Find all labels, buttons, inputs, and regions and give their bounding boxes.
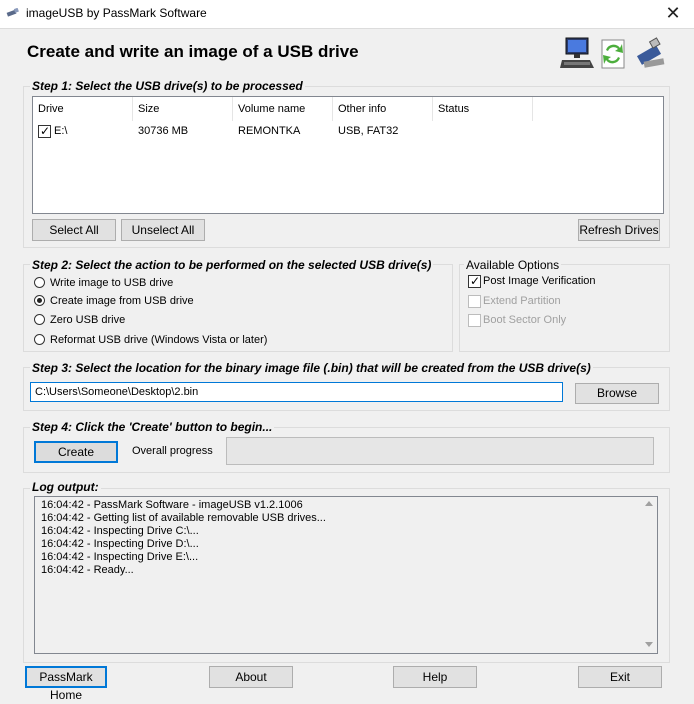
- checkmark-icon: ✓: [40, 124, 51, 138]
- log-line: 16:04:42 - Inspecting Drive D:\...: [41, 538, 199, 550]
- step2-legend: Step 2: Select the action to be performe…: [30, 258, 434, 272]
- title-bar: imageUSB by PassMark Software ✕: [0, 0, 694, 29]
- drive-letter: E:\: [54, 125, 68, 137]
- unselect-all-button[interactable]: Unselect All: [121, 219, 205, 241]
- write-image-label[interactable]: Write image to USB drive: [50, 277, 173, 289]
- col-volume-name[interactable]: Volume name: [233, 97, 333, 121]
- overall-progress-label: Overall progress: [132, 445, 213, 457]
- step4-legend: Step 4: Click the 'Create' button to beg…: [30, 420, 275, 434]
- reformat-drive-label[interactable]: Reformat USB drive (Windows Vista or lat…: [50, 334, 267, 346]
- computer-icon: [560, 37, 594, 68]
- usb-app-icon: [6, 8, 19, 17]
- refresh-drives-button[interactable]: Refresh Drives: [578, 219, 660, 241]
- browse-button[interactable]: Browse: [575, 383, 659, 404]
- extend-partition-checkbox[interactable]: [468, 295, 481, 308]
- create-image-label[interactable]: Create image from USB drive: [50, 295, 194, 307]
- header-icons: [560, 37, 665, 69]
- boot-sector-only-label: Boot Sector Only: [483, 314, 567, 326]
- select-all-button[interactable]: Select All: [32, 219, 116, 241]
- log-output[interactable]: 16:04:42 - PassMark Software - imageUSB …: [34, 496, 658, 654]
- about-button[interactable]: About: [209, 666, 293, 688]
- drive-other-info: USB, FAT32: [338, 125, 399, 137]
- drive-checkbox[interactable]: ✓: [38, 124, 51, 138]
- log-line: 16:04:42 - Inspecting Drive C:\...: [41, 525, 199, 537]
- close-button[interactable]: ✕: [652, 0, 694, 28]
- available-options-legend: Available Options: [464, 258, 562, 272]
- log-line: 16:04:42 - Inspecting Drive E:\...: [41, 551, 199, 563]
- zero-drive-radio[interactable]: [34, 314, 45, 325]
- window-title: imageUSB by PassMark Software: [26, 6, 207, 20]
- col-drive[interactable]: Drive: [33, 97, 133, 121]
- create-image-radio[interactable]: [34, 295, 45, 306]
- log-scrollbar[interactable]: [641, 497, 657, 653]
- log-line: 16:04:42 - Ready...: [41, 564, 134, 576]
- exit-button[interactable]: Exit: [578, 666, 662, 688]
- col-status[interactable]: Status: [433, 97, 533, 121]
- log-legend: Log output:: [30, 480, 101, 494]
- scroll-up-icon[interactable]: [645, 501, 653, 506]
- checkmark-icon: ✓: [470, 274, 481, 288]
- col-other-info[interactable]: Other info: [333, 97, 433, 121]
- passmark-home-button[interactable]: PassMark Home: [25, 666, 107, 702]
- step1-legend: Step 1: Select the USB drive(s) to be pr…: [30, 79, 305, 93]
- post-image-verification-checkbox[interactable]: ✓: [468, 274, 481, 288]
- page-title: Create and write an image of a USB drive: [27, 42, 359, 61]
- post-image-verification-label[interactable]: Post Image Verification: [483, 275, 596, 287]
- table-row[interactable]: ✓ E:\ 30736 MB REMONTKA USB, FAT32: [33, 122, 661, 140]
- extend-partition-label: Extend Partition: [483, 295, 561, 307]
- col-size[interactable]: Size: [133, 97, 233, 121]
- boot-sector-only-checkbox[interactable]: [468, 314, 481, 327]
- drive-list[interactable]: Drive Size Volume name Other info Status…: [32, 96, 664, 214]
- usb-drive-icon: [636, 37, 665, 68]
- help-button[interactable]: Help: [393, 666, 477, 688]
- drive-size: 30736 MB: [138, 125, 189, 137]
- scroll-down-icon[interactable]: [645, 642, 653, 647]
- write-image-radio[interactable]: [34, 277, 45, 288]
- step3-legend: Step 3: Select the location for the bina…: [30, 361, 593, 375]
- drive-volume-name: REMONTKA: [238, 125, 301, 137]
- log-line: 16:04:42 - PassMark Software - imageUSB …: [41, 499, 303, 511]
- copy-refresh-icon: [601, 39, 625, 69]
- zero-drive-label[interactable]: Zero USB drive: [50, 314, 125, 326]
- reformat-drive-radio[interactable]: [34, 334, 45, 345]
- create-button[interactable]: Create: [34, 441, 118, 463]
- log-line: 16:04:42 - Getting list of available rem…: [41, 512, 326, 524]
- image-path-input[interactable]: C:\Users\Someone\Desktop\2.bin: [30, 382, 563, 402]
- overall-progress-bar: [226, 437, 654, 465]
